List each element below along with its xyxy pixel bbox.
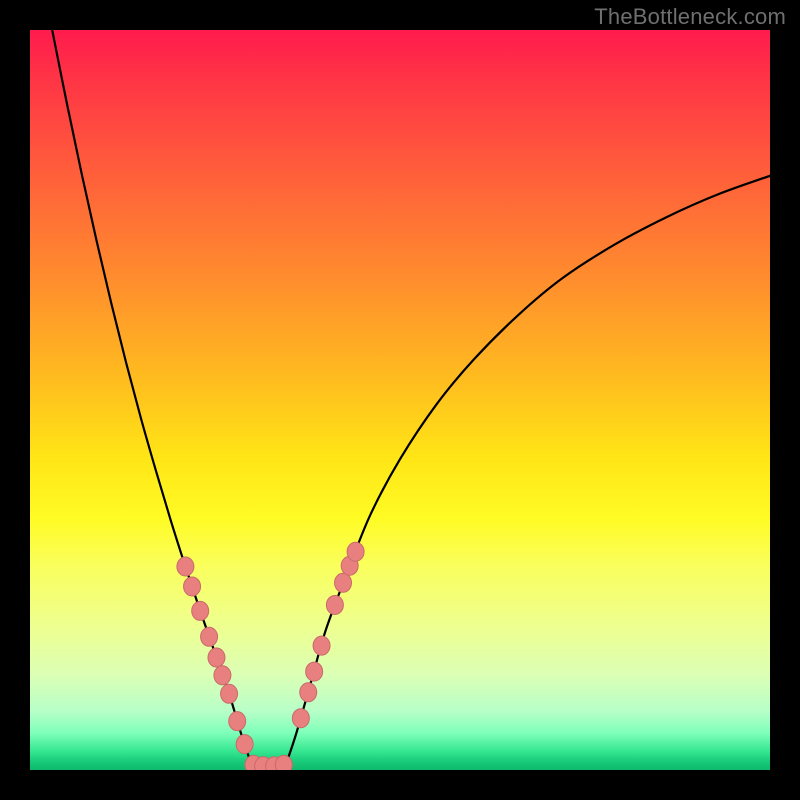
plot-area [30,30,770,770]
data-marker [192,601,209,620]
data-marker [347,542,364,561]
data-marker [208,648,225,667]
data-marker [201,627,218,646]
data-marker [236,735,253,754]
data-marker [313,636,330,655]
data-marker [292,709,309,728]
data-marker [326,595,343,614]
data-marker [184,577,201,596]
data-marker [300,683,317,702]
watermark-text: TheBottleneck.com [594,4,786,30]
data-marker [177,557,194,576]
curve-right-branch [285,176,770,767]
data-marker [306,662,323,681]
chart-frame: TheBottleneck.com [0,0,800,800]
data-marker [275,755,292,770]
data-marker [221,684,238,703]
data-marker [214,666,231,685]
data-marker [335,573,352,592]
data-marker [229,712,246,731]
data-markers [177,542,364,770]
plot-svg [30,30,770,770]
